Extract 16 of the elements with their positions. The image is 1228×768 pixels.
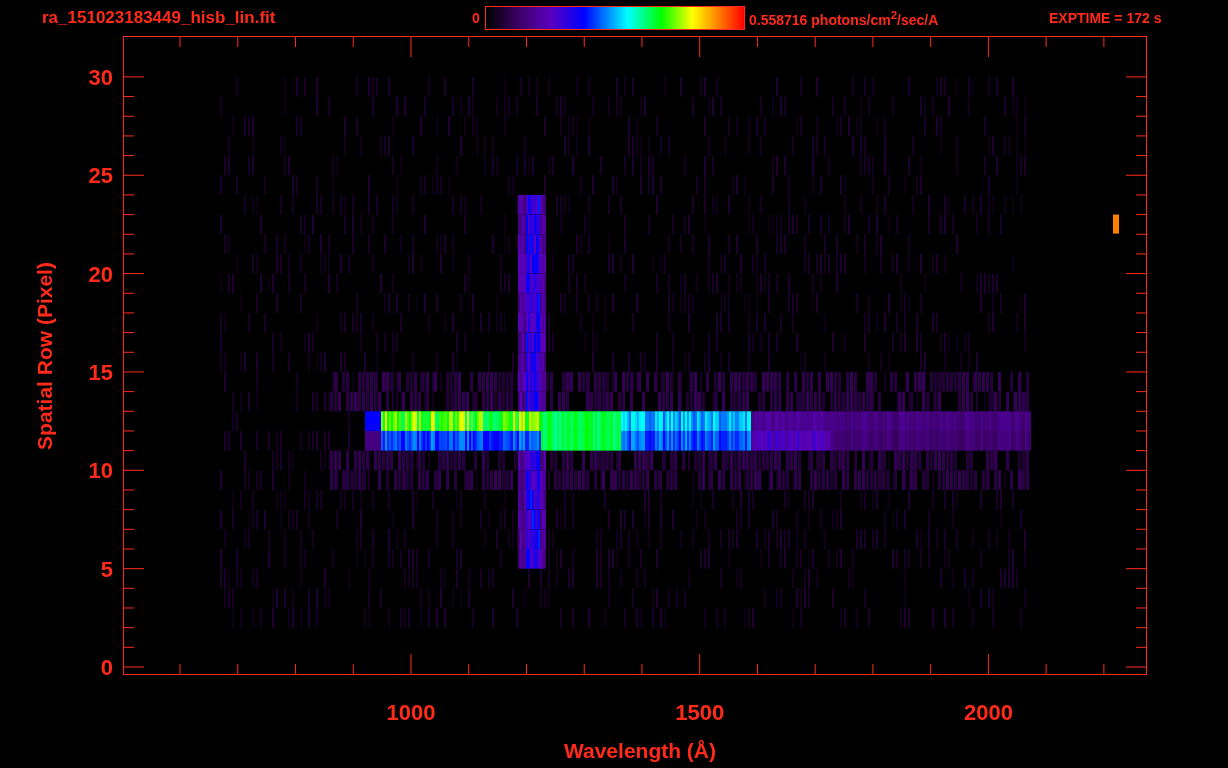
y-axis-title: Spatial Row (Pixel) [33, 262, 56, 450]
y-tick-label: 10 [88, 458, 113, 484]
y-tick-label: 25 [88, 163, 113, 189]
colorbar-min-label: 0 [472, 10, 481, 26]
x-tick-label: 1500 [675, 700, 725, 725]
x-tick-label: 1000 [386, 700, 436, 725]
file-name: ra_151023183449_hisb_lin.fit [42, 8, 277, 28]
y-tick-label: 20 [88, 261, 113, 287]
y-tick-label: 15 [88, 359, 113, 385]
y-tick-label: 30 [88, 64, 113, 90]
y-tick-label: 5 [100, 556, 113, 582]
y-tick-label: 0 [100, 655, 113, 680]
x-axis-title: Wavelength (Å) [563, 739, 717, 762]
x-tick-label: 2000 [963, 700, 1013, 725]
exposure-time: EXPTIME = 172 s [1049, 10, 1162, 26]
colorbar-max-label: 0.558716 photons/cm$^{2}$/sec/A [749, 8, 940, 28]
